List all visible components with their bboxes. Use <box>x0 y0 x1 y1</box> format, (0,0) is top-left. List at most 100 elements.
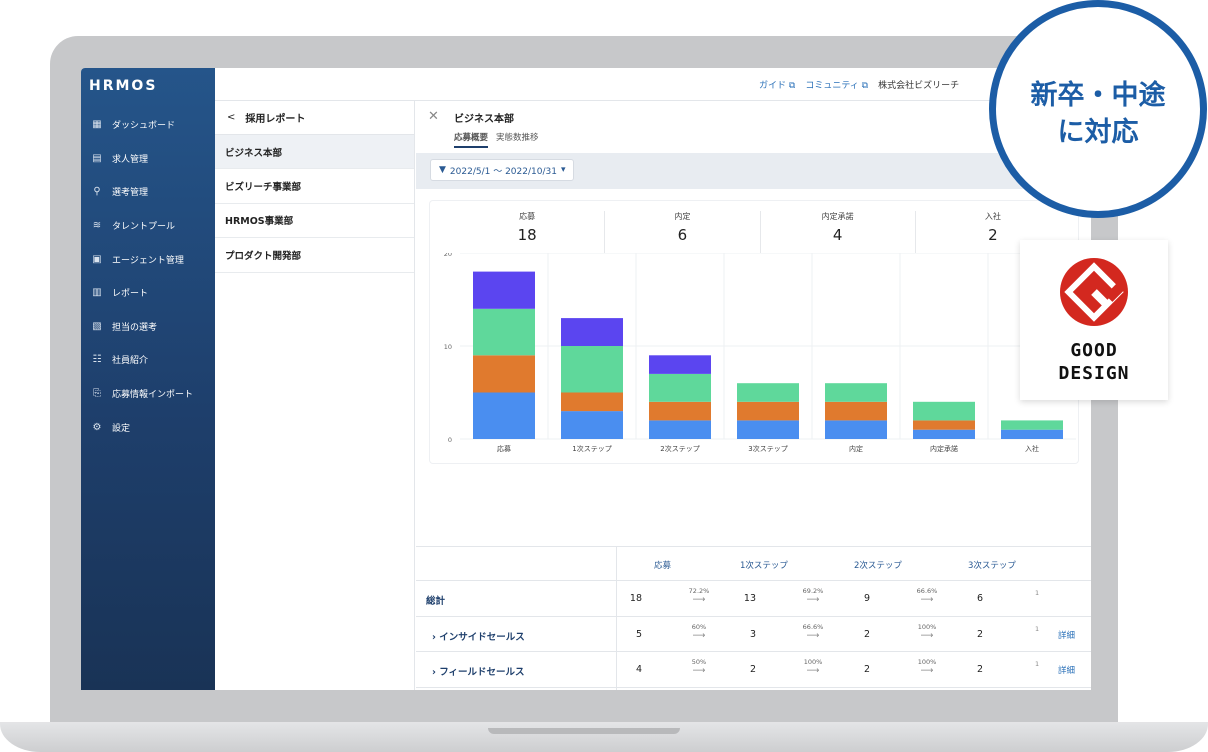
subnav-title: 採用レポート <box>245 114 306 125</box>
table-row[interactable]: › フィールドセールス 4 2 2 2 50% ⟶ 100% ⟶ 100% ⟶ 1 詳細 <box>416 652 1091 688</box>
bar-segment <box>473 308 535 356</box>
cell-value: 2 <box>863 664 870 675</box>
company-name[interactable]: 株式会社ビズリーチ <box>878 78 959 91</box>
building-icon: ▣ <box>92 253 102 265</box>
external-link-icon: ⧉ <box>788 81 796 91</box>
sidebar-item[interactable]: ⚙ 設定 <box>81 410 215 444</box>
sidebar-item-label: ダッシュボード <box>112 121 176 132</box>
subnav-item[interactable]: ビズリーチ事業部 <box>215 169 414 204</box>
kpi-value: 18 <box>517 226 537 244</box>
row-label-text: インサイドセールス <box>439 631 525 643</box>
sidebar-item-label: 求人管理 <box>112 154 149 165</box>
bar-segment <box>561 318 623 346</box>
pool-icon: ≋ <box>92 220 102 232</box>
table-row[interactable]: › インサイドセールス 5 3 2 2 60% ⟶ 66.6% ⟶ 100% ⟶ 1 詳細 <box>416 617 1091 652</box>
arrow-right-icon: ⟶ <box>920 666 934 676</box>
cell-value: 2 <box>863 628 870 640</box>
bar-segment <box>561 346 623 393</box>
design-label: DESIGN <box>1058 363 1130 384</box>
bar-segment <box>1001 429 1063 439</box>
bar-segment <box>913 429 975 439</box>
sidebar-item[interactable]: ⎘ 応募情報インポート <box>81 377 215 411</box>
sidebar-item[interactable]: ☷ 社員紹介 <box>81 343 215 377</box>
x-tick-label: 応募 <box>497 444 511 453</box>
search-icon: ⚲ <box>93 186 101 198</box>
detail-link[interactable]: 詳細 <box>1058 664 1075 676</box>
arrow-right-icon: ⟶ <box>806 595 820 605</box>
cell-value: 13 <box>743 593 756 604</box>
community-link[interactable]: コミュニティ ⧉ <box>805 78 868 91</box>
row-label-text: 総計 <box>426 596 446 607</box>
column-divider <box>616 546 617 690</box>
table-row[interactable]: › カスタマーサクセス5532100%⟶60%⟶66.6%⟶1詳細 <box>416 688 1091 691</box>
cell-value: 3 <box>749 628 756 640</box>
x-tick-label: 1次ステップ <box>572 444 611 453</box>
sidebar-item[interactable]: ▦ ダッシュボード <box>81 108 215 142</box>
tab-trend[interactable]: 実態数推移 <box>496 131 539 148</box>
y-tick-label: 10 <box>444 343 452 351</box>
cell-value: 2 <box>749 664 756 675</box>
conversion-rate: 69.2% <box>802 587 824 595</box>
sidebar-item-label: エージェント管理 <box>112 255 184 266</box>
bar-segment <box>649 373 711 402</box>
chevron-down-icon: ▾ <box>560 165 566 175</box>
cell-note: 1 <box>1035 660 1040 668</box>
kpi-row: 応募 18 内定 6 内定承諾 4 入社 2 <box>450 211 1070 253</box>
total-row: 総計 18 13 9 6 72.2% ⟶ 69.2% ⟶ 66.6% ⟶ 1 <box>416 581 1091 617</box>
sidebar: HRMOS ▦ ダッシュボード ▤ 求人管理 ⚲ 選考管理 ≋ タレントプール ▣ エージェント管… <box>81 68 215 690</box>
cell-value: 2 <box>976 664 983 675</box>
x-tick-label: 入社 <box>1025 444 1039 453</box>
sidebar-item-label: 選考管理 <box>112 188 149 199</box>
sidebar-item[interactable]: ▥ レポート <box>81 276 215 310</box>
kpi-label: 内定 <box>674 212 691 221</box>
filter-icon: ▼ <box>439 165 446 175</box>
badge-line-1: 新卒・中途 <box>1030 80 1166 111</box>
sidebar-item[interactable]: ≋ タレントプール <box>81 209 215 243</box>
funnel-table: 応募 1次ステップ 2次ステップ 3次ステップ 総計 18 13 9 6 72.2% ⟶ 69.2% ⟶… <box>416 546 1091 690</box>
kpi-label: 内定承諾 <box>821 212 854 221</box>
filter-bar: ▼ 2022/5/1 〜 2022/10/31 ▾ <box>416 153 1091 189</box>
sidebar-item[interactable]: ▧ 担当の選考 <box>81 310 215 344</box>
conversion-rate: 100% <box>917 622 937 631</box>
subnav-item[interactable]: HRMOS事業部 <box>215 204 414 239</box>
column-header: 3次ステップ <box>968 561 1016 571</box>
arrow-right-icon: ⟶ <box>920 630 934 641</box>
conversion-rate: 72.2% <box>688 587 710 595</box>
bar-segment <box>737 383 799 402</box>
tab-overview[interactable]: 応募概要 <box>454 131 489 148</box>
sidebar-item-label: 設定 <box>112 423 131 434</box>
close-icon[interactable]: ✕ <box>428 109 439 124</box>
arrow-right-icon: ⟶ <box>692 595 706 605</box>
subnav-item[interactable]: ビジネス本部 <box>215 135 414 170</box>
date-filter[interactable]: ▼ 2022/5/1 〜 2022/10/31 ▾ <box>430 159 575 181</box>
kpi: 応募 18 <box>450 211 606 253</box>
sidebar-item-label: 担当の選考 <box>112 322 158 333</box>
row-label: › フィールドセールス <box>432 664 525 678</box>
back-to-reports[interactable]: < 採用レポート <box>215 101 414 135</box>
community-label: コミュニティ <box>805 81 859 91</box>
kpi-label: 応募 <box>519 212 536 221</box>
sidebar-item[interactable]: ⚲ 選考管理 <box>81 175 215 209</box>
good-label: GOOD <box>1070 340 1118 361</box>
column-header: 1次ステップ <box>740 561 788 571</box>
bar-segment <box>825 401 887 421</box>
tab-bar: 応募概要 実態数推移 <box>454 131 539 148</box>
cell-value: 9 <box>863 593 870 604</box>
bar-segment <box>473 271 535 309</box>
sidebar-item[interactable]: ▤ 求人管理 <box>81 142 215 176</box>
report-subnav: < 採用レポート ビジネス本部 ビズリーチ事業部 HRMOS事業部 プロダクト開… <box>215 101 415 690</box>
bar-segment <box>561 392 623 412</box>
list-icon: ▧ <box>92 320 102 332</box>
bar-segment <box>473 392 535 439</box>
kpi: 内定 6 <box>605 211 761 253</box>
conversion-rate: 100% <box>803 658 823 666</box>
conversion-rate: 66.6% <box>802 622 824 631</box>
detail-link[interactable]: 詳細 <box>1058 629 1075 641</box>
guide-link[interactable]: ガイド ⧉ <box>759 78 795 91</box>
subnav-item[interactable]: プロダクト開発部 <box>215 238 414 273</box>
kpi: 内定承諾 4 <box>761 211 916 253</box>
kpi-label: 入社 <box>984 212 1001 221</box>
laptop-base <box>0 722 1208 752</box>
sidebar-item[interactable]: ▣ エージェント管理 <box>81 242 215 276</box>
chart-card: 応募 18 内定 6 内定承諾 4 入社 2 0 10 20 応募 1次ステップ 2次ステップ 3次ステッ… <box>430 201 1078 463</box>
